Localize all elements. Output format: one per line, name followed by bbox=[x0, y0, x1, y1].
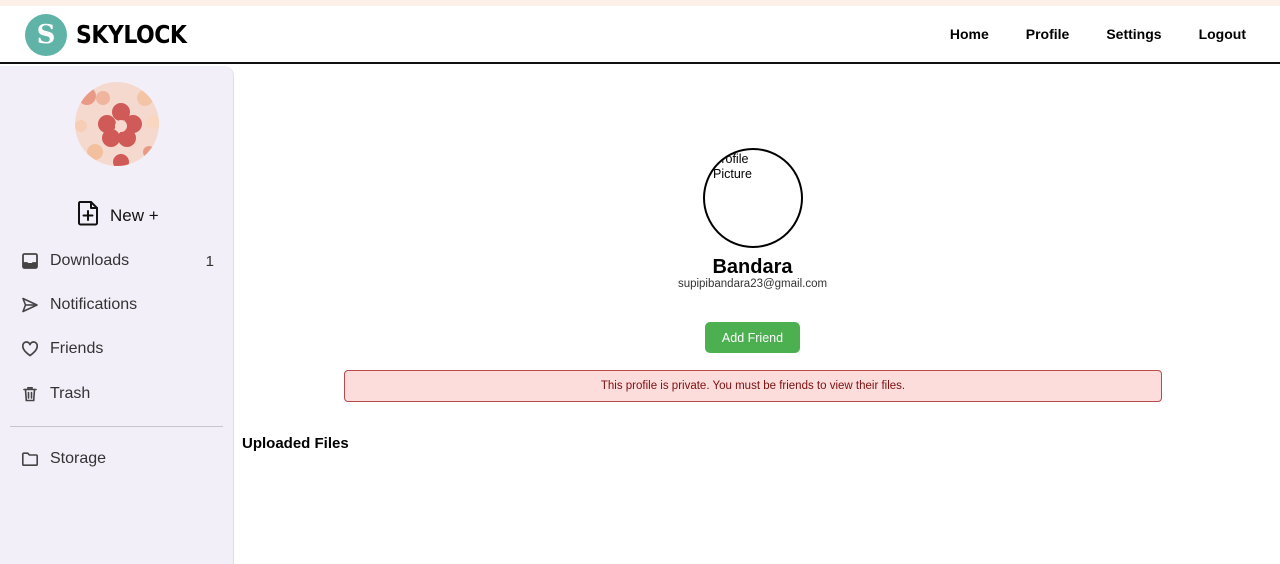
add-friend-button[interactable]: Add Friend bbox=[705, 322, 800, 353]
sidebar-divider bbox=[10, 426, 223, 427]
profile-email: supipibandara23@gmail.com bbox=[677, 278, 828, 290]
profile-name: Bandara bbox=[712, 256, 793, 278]
sidebar-item-label: Downloads bbox=[50, 252, 130, 269]
app-logo[interactable]: S SKYLOCK bbox=[25, 14, 187, 56]
new-file-button[interactable]: New + bbox=[76, 200, 159, 231]
nav-profile-link[interactable]: Profile bbox=[1026, 26, 1070, 42]
logo-badge: S bbox=[25, 14, 67, 56]
send-icon bbox=[20, 295, 40, 315]
profile-picture-alt-text: Profile Picture bbox=[713, 152, 752, 181]
nav-home-link[interactable]: Home bbox=[950, 26, 989, 42]
folder-icon bbox=[20, 449, 40, 469]
sidebar-item-label: Trash bbox=[50, 385, 91, 402]
logo-wordmark: SKYLOCK bbox=[76, 20, 187, 50]
sidebar-item-downloads[interactable]: Downloads 1 bbox=[20, 251, 214, 271]
trash-icon bbox=[20, 384, 40, 404]
new-file-label: New + bbox=[110, 205, 159, 225]
sidebar-item-label: Friends bbox=[50, 340, 104, 357]
file-plus-icon bbox=[76, 200, 100, 231]
uploaded-files-heading: Uploaded Files bbox=[242, 435, 349, 452]
downloads-count-badge: 1 bbox=[205, 252, 214, 270]
private-profile-alert: This profile is private. You must be fri… bbox=[344, 370, 1162, 402]
nav-settings-link[interactable]: Settings bbox=[1106, 26, 1161, 42]
top-navbar: S SKYLOCK Home Profile Settings Logout bbox=[0, 6, 1280, 64]
sidebar: New + Downloads 1 Notifications Friends … bbox=[0, 66, 234, 564]
user-avatar[interactable] bbox=[75, 82, 159, 166]
sidebar-item-friends[interactable]: Friends bbox=[20, 339, 214, 359]
profile-picture: Profile Picture bbox=[703, 148, 803, 248]
sidebar-item-trash[interactable]: Trash bbox=[20, 384, 214, 404]
sidebar-item-storage[interactable]: Storage bbox=[20, 449, 214, 469]
main-nav: Home Profile Settings Logout bbox=[913, 26, 1246, 42]
heart-icon bbox=[20, 339, 40, 359]
sidebar-item-label: Notifications bbox=[50, 296, 138, 313]
profile-main: Profile Picture Bandara supipibandara23@… bbox=[234, 66, 1280, 564]
sidebar-item-label: Storage bbox=[50, 450, 107, 467]
inbox-icon bbox=[20, 251, 40, 271]
nav-logout-link[interactable]: Logout bbox=[1199, 26, 1246, 42]
sidebar-item-notifications[interactable]: Notifications bbox=[20, 295, 214, 315]
